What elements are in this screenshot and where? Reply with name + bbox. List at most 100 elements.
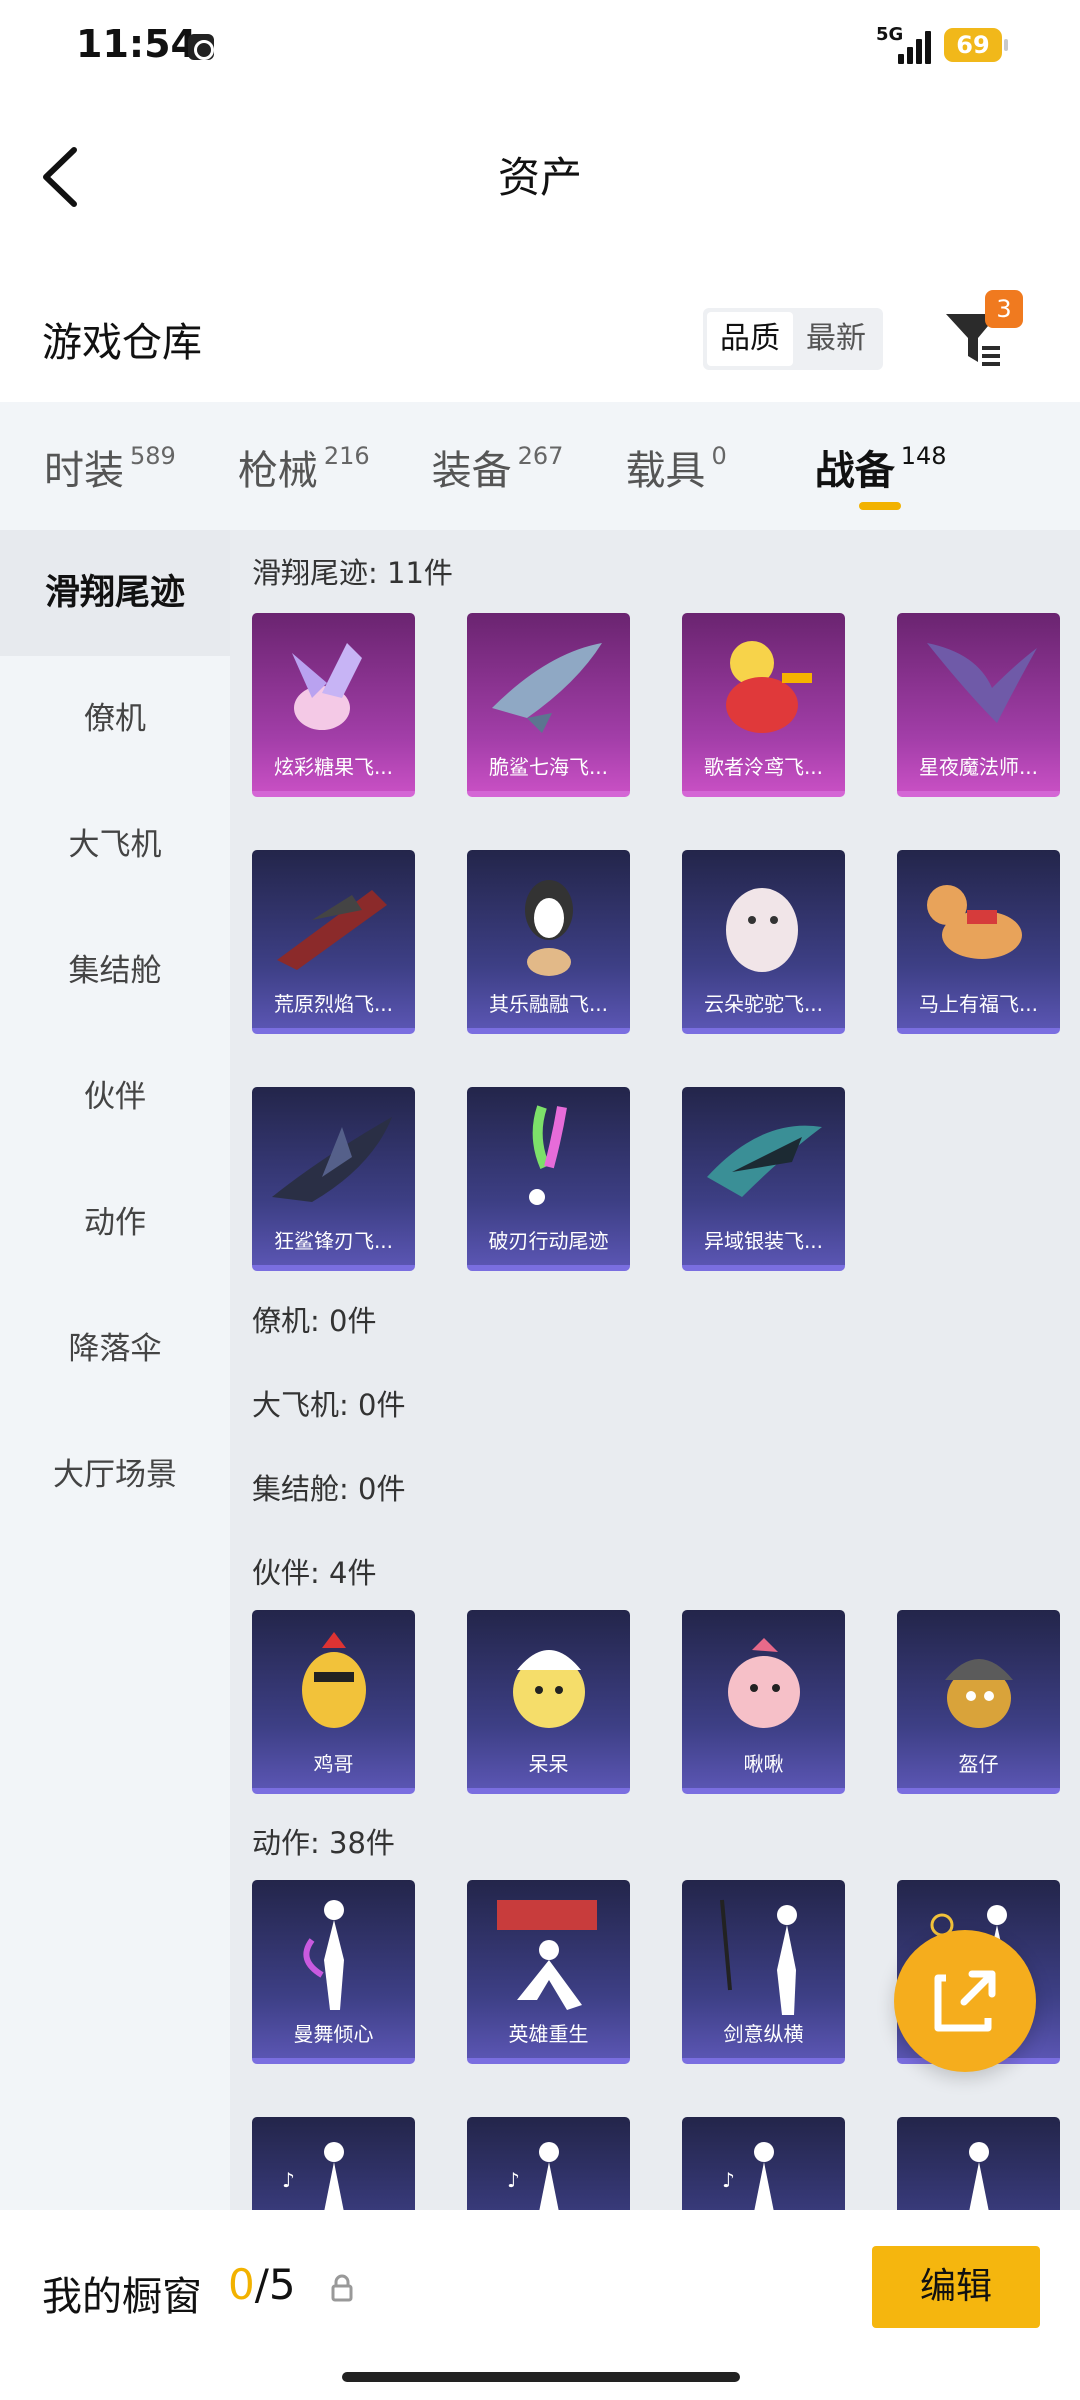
- item-card[interactable]: 鸡哥: [252, 1610, 415, 1794]
- star-night-glider-image: [927, 643, 1037, 723]
- tab-label: 载具: [625, 448, 706, 494]
- section-title-partner: 伙伴: 4件: [252, 1556, 377, 1590]
- tab-label: 装备: [431, 448, 512, 494]
- item-card[interactable]: 破刃行动尾迹: [467, 1087, 630, 1271]
- item-name: 荒原烈焰飞...: [273, 992, 394, 1016]
- item-card[interactable]: 脆鲨七海飞...: [467, 613, 630, 797]
- helmet-bird-kuizai-image: [945, 1659, 1013, 1728]
- item-name: 其乐融融飞...: [488, 992, 609, 1016]
- item-name: 星夜魔法师...: [918, 755, 1039, 779]
- section-title-emote: 动作: 38件: [252, 1826, 395, 1860]
- item-name: 炫彩糖果飞...: [273, 755, 394, 779]
- tab-vehicles[interactable]: 载具 0: [625, 402, 726, 530]
- sort-toggle: 品质 最新: [703, 308, 883, 370]
- lock-icon: [331, 2274, 353, 2302]
- notification-app-icon: [188, 34, 214, 60]
- svg-text:♪: ♪: [282, 2168, 295, 2192]
- tab-count: 267: [517, 442, 564, 470]
- sort-quality-button[interactable]: 品质: [707, 312, 793, 366]
- item-card[interactable]: 星夜魔法师...: [897, 613, 1060, 797]
- filter-count-badge: 3: [985, 290, 1023, 328]
- share-fab-button[interactable]: [894, 1930, 1036, 2072]
- battery-level: 69: [956, 31, 990, 59]
- item-card[interactable]: 曼舞倾心: [252, 1880, 415, 2064]
- sidebar-item-lobby-scene[interactable]: 大厅场景: [0, 1412, 230, 1538]
- svg-text:♪: ♪: [722, 2168, 735, 2192]
- edit-button[interactable]: 编辑: [872, 2246, 1040, 2328]
- candy-glider-image: [292, 643, 362, 730]
- item-card[interactable]: ♪: [467, 2117, 630, 2210]
- horse-glider-image: [927, 885, 1022, 959]
- tab-label: 时装: [44, 448, 124, 494]
- item-card[interactable]: 啾啾: [682, 1610, 845, 1794]
- penguin-glider-image: [525, 880, 573, 976]
- showcase-label: 我的橱窗: [42, 2274, 202, 2320]
- sidebar-item-big-plane[interactable]: 大飞机: [0, 782, 230, 908]
- section-title-glide-trail: 滑翔尾迹: 11件: [252, 556, 453, 590]
- status-time: 11:54: [76, 22, 197, 66]
- item-card[interactable]: 云朵驼驼飞...: [682, 850, 845, 1034]
- item-name: 盔仔: [958, 1752, 999, 1776]
- sidebar-item-glide-trail[interactable]: 滑翔尾迹: [0, 530, 230, 656]
- sidebar-item-parachute[interactable]: 降落伞: [0, 1286, 230, 1412]
- hero-pose-silhouette-image: [497, 1900, 597, 2010]
- warehouse-header: 游戏仓库 品质 最新 3: [0, 258, 1080, 402]
- item-name: 英雄重生: [508, 2022, 589, 2046]
- tab-count: 148: [900, 442, 947, 470]
- status-bar: 11:54 5G 69: [0, 0, 1080, 92]
- battery-icon: 69: [944, 28, 1008, 62]
- item-name: 破刃行动尾迹: [488, 1229, 609, 1253]
- sidebar-item-partner[interactable]: 伙伴: [0, 1034, 230, 1160]
- item-card[interactable]: ♪: [682, 2117, 845, 2210]
- sidebar-item-emote[interactable]: 动作: [0, 1160, 230, 1286]
- section-title-big-plane: 大飞机: 0件: [252, 1388, 406, 1422]
- sidebar-item-wingman[interactable]: 僚机: [0, 656, 230, 782]
- item-card[interactable]: 马上有福飞...: [897, 850, 1060, 1034]
- tab-fashion[interactable]: 时装 589: [44, 402, 176, 530]
- home-indicator[interactable]: [342, 2372, 740, 2382]
- sidebar-item-assembly-pod[interactable]: 集结舱: [0, 908, 230, 1034]
- tab-count: 216: [323, 442, 370, 470]
- item-card[interactable]: 异域银装飞...: [682, 1087, 845, 1271]
- page-title: 资产: [497, 153, 582, 202]
- exotic-glider-image: [707, 1125, 822, 1197]
- signal-icon: [898, 30, 932, 64]
- warehouse-title: 游戏仓库: [42, 320, 202, 366]
- section-title-wingman: 僚机: 0件: [252, 1304, 377, 1338]
- item-name: 异域银装飞...: [703, 1229, 824, 1253]
- shark-blade-glider-image: [272, 1117, 392, 1202]
- dance-silhouette-image: ♪: [282, 2142, 344, 2210]
- showcase-current: 0: [228, 2260, 255, 2309]
- tab-guns[interactable]: 枪械 216: [238, 402, 370, 530]
- item-card[interactable]: 歌者泠鸢飞...: [682, 613, 845, 797]
- dance-silhouette-image: ♪: [507, 2142, 559, 2210]
- pink-bird-jiujiu-image: [728, 1638, 800, 1728]
- tab-count: 0: [711, 442, 727, 470]
- top-nav: 资产: [0, 92, 1080, 258]
- item-card[interactable]: 英雄重生: [467, 1880, 630, 2064]
- item-card[interactable]: [897, 2117, 1060, 2210]
- item-card[interactable]: 呆呆: [467, 1610, 630, 1794]
- item-card[interactable]: ♪: [252, 2117, 415, 2210]
- item-name: 啾啾: [743, 1752, 784, 1776]
- item-card[interactable]: 其乐融融飞...: [467, 850, 630, 1034]
- item-card[interactable]: 盔仔: [897, 1610, 1060, 1794]
- sort-newest-button[interactable]: 最新: [793, 312, 879, 366]
- item-name: 呆呆: [528, 1752, 569, 1776]
- item-card[interactable]: 炫彩糖果飞...: [252, 613, 415, 797]
- tab-equipment[interactable]: 装备 267: [432, 402, 564, 530]
- item-card[interactable]: 狂鲨锋刃飞...: [252, 1087, 415, 1271]
- dance-silhouette-image: [969, 2142, 989, 2210]
- chicken-brother-image: [302, 1632, 366, 1728]
- dance-silhouette-image: ♪: [722, 2142, 774, 2210]
- svg-text:♪: ♪: [507, 2168, 520, 2192]
- item-name: 歌者泠鸢飞...: [703, 755, 824, 779]
- item-card[interactable]: 剑意纵横: [682, 1880, 845, 2064]
- item-name: 马上有福飞...: [918, 992, 1039, 1016]
- active-tab-underline: [858, 502, 901, 510]
- showcase-count: 0/5: [228, 2260, 296, 2309]
- tab-battle-prep[interactable]: 战备 148: [815, 402, 947, 530]
- item-card[interactable]: 荒原烈焰飞...: [252, 850, 415, 1034]
- chick-daidai-image: [513, 1650, 585, 1728]
- tab-label: 战备: [814, 448, 895, 494]
